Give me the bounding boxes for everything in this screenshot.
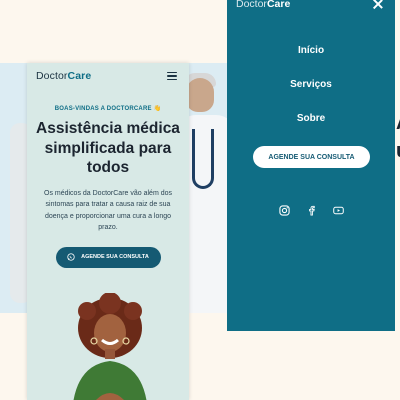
hero-title: Assistência médica simplificada para tod… [36, 120, 180, 176]
menu-logo[interactable]: DoctorCare [236, 0, 290, 10]
social-links [227, 203, 395, 216]
menu-logo-suffix: Care [266, 0, 291, 10]
facebook-icon[interactable] [306, 203, 317, 216]
navigation-menu-panel: DoctorCare Início Serviços Sobre AGENDE … [227, 0, 395, 331]
menu-item-sobre[interactable]: Sobre [227, 113, 395, 124]
schedule-consultation-label: AGENDE SUA CONSULTA [81, 254, 149, 260]
clipped-heading-2: u [396, 140, 400, 163]
youtube-icon[interactable] [332, 203, 344, 215]
whatsapp-icon [67, 253, 75, 261]
menu-header: DoctorCare [236, 0, 383, 10]
logo-prefix: Doctor [36, 70, 68, 82]
clipped-heading: A [396, 112, 400, 135]
instagram-icon[interactable] [278, 203, 290, 216]
menu-schedule-consultation-button[interactable]: AGENDE SUA CONSULTA [253, 146, 370, 168]
logo-suffix: Care [67, 70, 92, 82]
logo[interactable]: DoctorCare [36, 70, 91, 82]
menu-logo-prefix: Doctor [236, 0, 267, 10]
mobile-screen: DoctorCare BOAS-VINDAS A DOCTORCARE 👋 As… [27, 63, 189, 400]
hero-description: Os médicos da DoctorCare vão além dos si… [44, 189, 172, 232]
close-icon[interactable] [373, 0, 383, 9]
hamburger-menu-icon[interactable] [167, 72, 177, 80]
stethoscope [192, 129, 214, 189]
patient-image [73, 293, 147, 400]
menu-item-inicio[interactable]: Início [227, 45, 395, 56]
schedule-consultation-button[interactable]: AGENDE SUA CONSULTA [55, 246, 161, 268]
doctor-head [186, 78, 214, 112]
menu-item-servicos[interactable]: Serviços [227, 79, 395, 90]
welcome-text: BOAS-VINDAS A DOCTORCARE 👋 [54, 106, 162, 112]
mobile-header: DoctorCare [27, 63, 189, 89]
